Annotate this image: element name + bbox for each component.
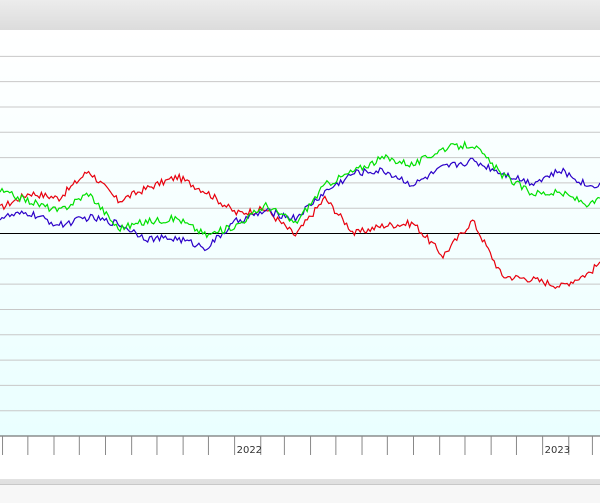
- line-chart: 2022 2023: [0, 31, 600, 456]
- x-tick-label: 2022: [237, 445, 262, 456]
- x-tick-label: 2023: [545, 445, 570, 456]
- x-ticks: 2022 2023: [2, 436, 593, 456]
